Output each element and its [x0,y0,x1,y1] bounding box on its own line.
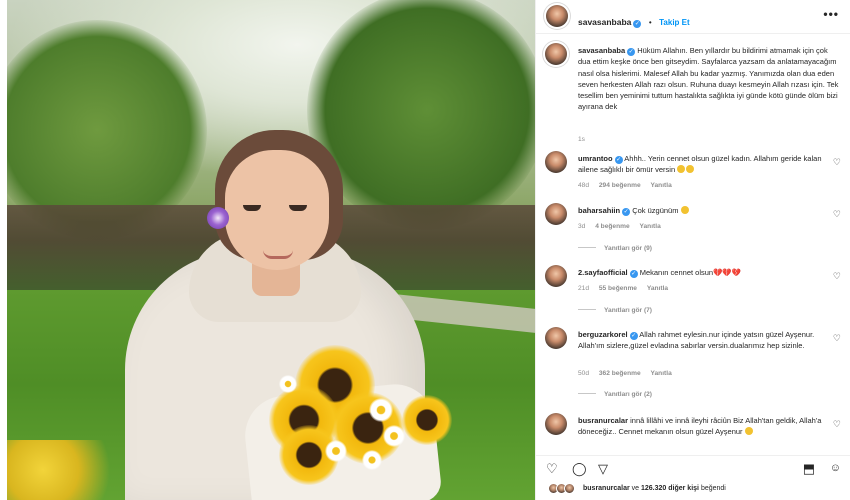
commenter-avatar[interactable] [545,413,567,435]
more-options-icon[interactable]: ••• [823,7,839,21]
photo-person [7,0,535,500]
caption-meta: 1s [578,136,593,143]
commenter-username[interactable]: berguzarkorel [578,330,628,339]
comment-likes[interactable]: 55 beğenme [599,285,637,292]
comment-like-icon[interactable]: ♡ [833,271,841,282]
liker-avatar [564,483,575,494]
photo-daisy [279,375,297,393]
reply-button[interactable]: Yanıtla [647,285,668,292]
comment-time: 48d [578,182,590,189]
likes-summary: busranurcalar ve 126.320 diğer kişi beğe… [536,483,850,497]
commenter-avatar[interactable] [545,327,567,349]
comment-likes[interactable]: 4 beğenme [595,223,629,230]
commenter-username[interactable]: baharsahiin [578,206,620,215]
author-avatar[interactable] [546,5,568,27]
reply-button[interactable]: Yanıtla [650,182,671,189]
author-avatar[interactable] [545,43,567,65]
view-replies-button[interactable]: Yanıtları gör (2) [578,391,652,398]
commenter-avatar[interactable] [545,203,567,225]
commenter-username[interactable]: umrantoo [578,154,613,163]
likes-connector: ve [631,485,640,492]
photo-sunflower [402,395,452,445]
verified-badge-icon: ✓ [627,48,636,56]
photo-hair-flower [207,207,229,229]
photo-daisy [325,440,347,462]
follow-button[interactable]: Takip Et [659,18,690,27]
post-action-bar: ♡ ◯ ▽ ⬒ ☺ [536,455,850,479]
view-replies-button[interactable]: Yanıtları gör (9) [578,245,652,252]
comment-item: umrantoo ✓ Ahhh.. Yerin cennet olsun güze… [536,151,850,201]
caption-username[interactable]: savasanbaba [578,46,625,55]
comment-likes[interactable]: 294 beğenme [599,182,641,189]
comment-like-icon[interactable]: ♡ [833,209,841,220]
verified-badge-icon: ✓ [629,332,638,340]
comment-item: berguzarkorel ✓ Allah rahmet eylesin.nur … [536,327,850,402]
commenter-username[interactable]: busranurcalar [578,416,628,425]
photo-daisy [383,425,405,447]
comment-like-icon[interactable]: ♡ [833,157,841,168]
comment-item: baharsahiin ✓ Çok üzgünüm ♡ 3d 4 beğenme … [536,203,850,253]
caption-text: savasanbaba ✓ Hüküm Allahın. Ben yıllardı… [578,45,841,113]
post-side-panel: savasanbaba ✓ • Takip Et ••• savasanbaba ✓… [535,0,850,500]
comment-text: berguzarkorel ✓ Allah rahmet eylesin.nur … [578,329,827,352]
comment-meta: 48d 294 beğenme Yanıtla [578,182,680,189]
comment-time: 50d [578,370,590,377]
comment-like-icon[interactable]: ♡ [833,333,841,344]
reply-button[interactable]: Yanıtla [639,223,660,230]
comment-time: 3d [578,223,586,230]
caption-time: 1s [578,136,585,143]
comment-meta: 50d 362 beğenme Yanıtla [578,370,680,377]
author-username[interactable]: savasanbaba [578,17,631,27]
likes-count[interactable]: 126.320 diğer kişi [641,485,699,492]
verified-badge-icon: ✓ [614,156,623,164]
share-icon[interactable]: ▽ [598,462,608,475]
comment-text: 2.sayfaofficial ✓ Mekanın cennet olsun💔💔💔 [578,267,827,278]
emoji-icon [744,427,753,436]
likes-text: busranurcalar ve 126.320 diğer kişi beğe… [583,485,726,492]
photo-daisy [362,450,382,470]
save-icon[interactable]: ⬒ [803,462,815,475]
comment-body: Ahhh.. Yerin cennet olsun güzel kadın. A… [578,154,822,175]
emoji-picker-icon[interactable]: ☺ [830,462,841,475]
emoji-icon [677,165,686,174]
likes-user[interactable]: busranurcalar [583,485,630,492]
view-replies-button[interactable]: Yanıtları gör (7) [578,307,652,314]
reply-button[interactable]: Yanıtla [650,370,671,377]
likes-suffix: beğendi [700,485,726,492]
commenter-username[interactable]: 2.sayfaofficial [578,268,628,277]
like-icon[interactable]: ♡ [546,462,558,475]
post-header: savasanbaba ✓ • Takip Et ••• [536,0,850,34]
photo-daisy [369,398,393,422]
comment-text: busranurcalar innâ lillâhi ve innâ ileyh… [578,415,827,438]
comment-text: baharsahiin ✓ Çok üzgünüm [578,205,827,216]
verified-badge-icon: ✓ [622,208,631,216]
comments-scroll-area[interactable]: savasanbaba ✓ Hüküm Allahın. Ben yıllardı… [536,35,850,445]
author-line: savasanbaba ✓ • Takip Et [578,12,690,30]
header-separator: • [648,18,652,27]
comment-body: Mekanın cennet olsun💔💔💔 [639,268,742,277]
caption-item: savasanbaba ✓ Hüküm Allahın. Ben yıllardı… [536,43,850,143]
comment-item: busranurcalar innâ lillâhi ve innâ ileyh… [536,413,850,445]
verified-badge-icon: ✓ [629,270,638,278]
caption-body: Hüküm Allahın. Ben yıllardır bu bildirim… [578,46,839,112]
comment-meta: 21d 55 beğenme Yanıtla [578,285,676,292]
commenter-avatar[interactable] [545,265,567,287]
comment-icon[interactable]: ◯ [572,462,587,475]
comment-likes[interactable]: 362 beğenme [599,370,641,377]
emoji-icon [680,206,689,214]
verified-badge-icon: ✓ [633,20,642,28]
comment-time: 21d [578,285,590,292]
emoji-icon [686,165,695,174]
post-photo[interactable] [7,0,535,500]
comment-like-icon[interactable]: ♡ [833,419,841,430]
commenter-avatar[interactable] [545,151,567,173]
comment-body: Çok üzgünüm [632,206,679,215]
comment-item: 2.sayfaofficial ✓ Mekanın cennet olsun💔💔💔… [536,265,850,325]
comment-meta: 3d 4 beğenme Yanıtla [578,223,669,230]
photo-smile [263,250,293,259]
comment-text: umrantoo ✓ Ahhh.. Yerin cennet olsun güze… [578,153,827,176]
